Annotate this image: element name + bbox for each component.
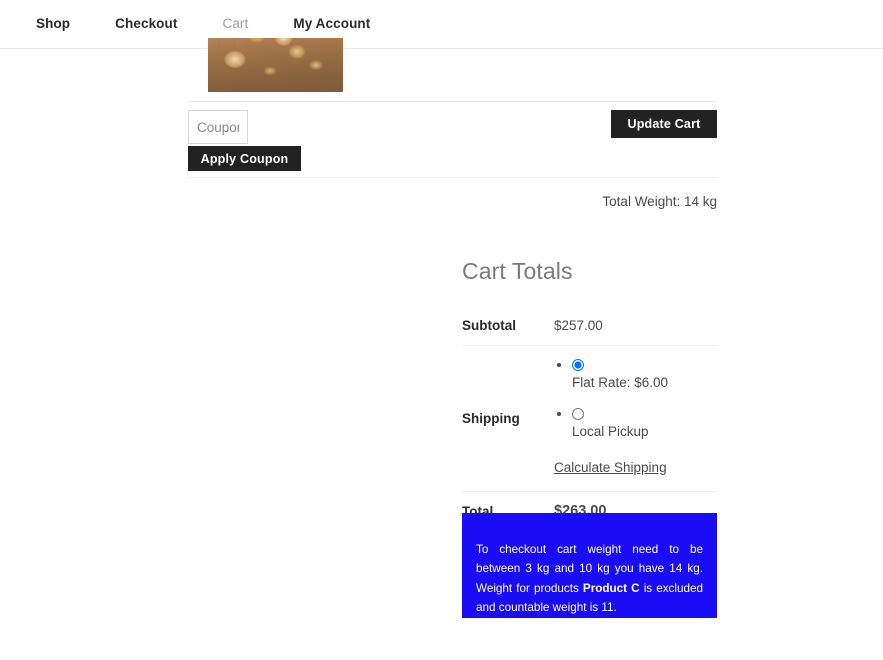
cart-totals-table: Subtotal $257.00 Shipping Flat Rate: $6.… bbox=[462, 307, 717, 533]
list-item[interactable]: Local Pickup bbox=[572, 404, 717, 442]
coupon-row-bottom-divider bbox=[188, 177, 717, 178]
subtotal-label: Subtotal bbox=[462, 307, 554, 347]
subtotal-value: $257.00 bbox=[554, 307, 717, 347]
nav-item-checkout[interactable]: Checkout bbox=[115, 0, 222, 48]
cart-totals-section: Cart Totals Subtotal $257.00 Shipping Fl… bbox=[462, 258, 717, 533]
notice-product-name: Product C bbox=[582, 581, 640, 595]
shipping-label-local-pickup[interactable]: Local Pickup bbox=[572, 422, 717, 442]
site-header: Shop Checkout Cart My Account bbox=[0, 0, 883, 49]
shipping-label-flat-rate[interactable]: Flat Rate: $6.00 bbox=[572, 373, 717, 393]
cart-weight-notice: To checkout cart weight need to be betwe… bbox=[462, 513, 717, 618]
cart-totals-title: Cart Totals bbox=[462, 258, 573, 284]
table-row-subtotal: Subtotal $257.00 bbox=[462, 307, 717, 347]
nav-link-checkout[interactable]: Checkout bbox=[115, 0, 199, 48]
table-row-shipping: Shipping Flat Rate: $6.00 bbox=[462, 345, 717, 492]
coupon-code-input[interactable] bbox=[188, 110, 248, 144]
shipping-radio-flat-rate[interactable] bbox=[572, 359, 584, 372]
shipping-options-cell: Flat Rate: $6.00 Local Pickup Calculate … bbox=[554, 345, 717, 492]
nav-link-shop[interactable]: Shop bbox=[36, 0, 92, 48]
update-cart-button[interactable]: Update Cart bbox=[611, 110, 717, 138]
coupon-row-top-divider bbox=[188, 101, 717, 102]
nav-item-shop[interactable]: Shop bbox=[36, 0, 115, 48]
list-item[interactable]: Flat Rate: $6.00 bbox=[572, 355, 717, 393]
shipping-radio-local-pickup-wrap[interactable] bbox=[572, 407, 717, 420]
shipping-radio-flat-rate-wrap[interactable] bbox=[572, 359, 717, 372]
apply-coupon-button[interactable]: Apply Coupon bbox=[188, 146, 301, 171]
product-photo bbox=[208, 38, 343, 92]
calculate-shipping-link[interactable]: Calculate Shipping bbox=[554, 458, 667, 478]
shipping-label: Shipping bbox=[462, 345, 554, 492]
primary-navigation: Shop Checkout Cart My Account bbox=[0, 0, 883, 48]
shipping-methods-list: Flat Rate: $6.00 Local Pickup bbox=[554, 355, 717, 442]
total-weight-text: Total Weight: 14 kg bbox=[602, 194, 717, 209]
shipping-radio-local-pickup[interactable] bbox=[572, 407, 584, 420]
product-thumbnail[interactable] bbox=[208, 38, 343, 92]
